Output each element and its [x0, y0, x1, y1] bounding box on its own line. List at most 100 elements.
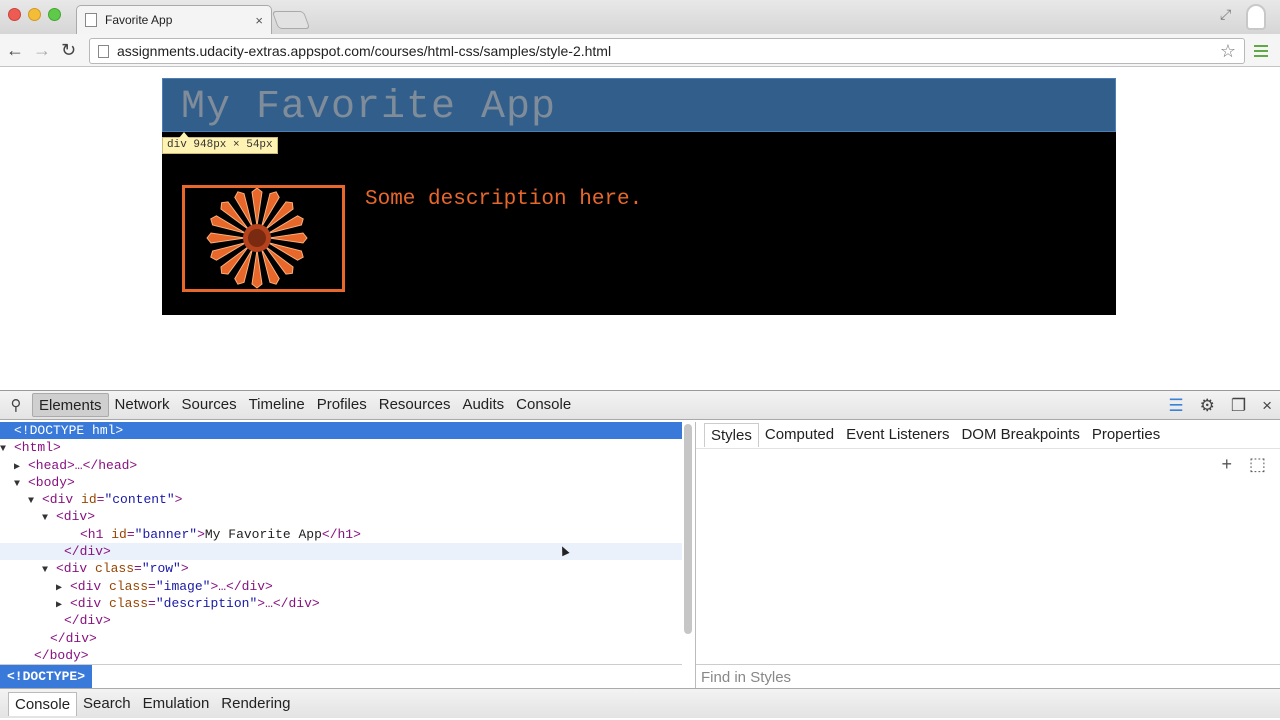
- description-text: Some description here.: [365, 188, 643, 211]
- dom-attr-value: "row": [141, 561, 181, 577]
- dom-attr-value: "content": [104, 492, 175, 508]
- url-text[interactable]: assignments.udacity-extras.appspot.com/c…: [117, 43, 1220, 59]
- browser-toolbar: ← → ↻ assignments.udacity-extras.appspot…: [0, 34, 1280, 67]
- drawer-tab-emulation[interactable]: Emulation: [137, 692, 216, 716]
- tab-event-listeners[interactable]: Event Listeners: [840, 423, 955, 447]
- dom-text: </div>: [64, 544, 111, 560]
- sidebar-tabs: Styles Computed Event Listeners DOM Brea…: [696, 422, 1280, 449]
- add-rule-icon[interactable]: +: [1221, 454, 1232, 474]
- forward-button[interactable]: →: [33, 39, 51, 61]
- banner-title: My Favorite App: [181, 85, 557, 130]
- dom-attr: id: [81, 492, 97, 508]
- tab-computed[interactable]: Computed: [759, 423, 840, 447]
- dom-node-div[interactable]: ▼ <div>: [0, 508, 682, 525]
- profile-avatar[interactable]: [1246, 4, 1266, 30]
- settings-gear-icon[interactable]: ⚙: [1200, 396, 1215, 416]
- dom-attr: class: [109, 578, 149, 594]
- dom-node-div-close[interactable]: </div>: [0, 630, 682, 647]
- devtools-panel: ⚲ Elements Network Sources Timeline Prof…: [0, 390, 1280, 720]
- dom-text: <div>: [56, 509, 96, 525]
- dom-text: </h1>: [321, 526, 361, 542]
- dom-text: <head>…</head>: [28, 457, 138, 473]
- dom-node-body-close[interactable]: </body>: [0, 647, 682, 664]
- tab-sources[interactable]: Sources: [176, 393, 243, 417]
- close-devtools-icon[interactable]: ×: [1262, 396, 1272, 416]
- tab-resources[interactable]: Resources: [373, 393, 457, 417]
- devtools-drawer-tabs: Console Search Emulation Rendering: [0, 688, 1280, 718]
- tab-close-icon[interactable]: ×: [255, 13, 263, 28]
- browser-tab[interactable]: Favorite App ×: [76, 5, 272, 34]
- site-content: My Favorite App div 948px × 54px Some de…: [162, 78, 1116, 315]
- dom-node-div-description[interactable]: ▶ <div class="description">…</div>: [0, 595, 682, 612]
- dom-attr-value: "description": [155, 595, 258, 611]
- dom-text: <h1: [80, 526, 112, 542]
- dom-text: <body>: [28, 474, 75, 490]
- dom-node-div-row[interactable]: ▼ <div class="row">: [0, 560, 682, 577]
- styles-sidebar: Styles Computed Event Listeners DOM Brea…: [696, 422, 1280, 688]
- drawer-tab-console[interactable]: Console: [8, 691, 78, 716]
- drawer-tab-rendering[interactable]: Rendering: [215, 692, 296, 716]
- fullscreen-icon[interactable]: ⤢: [1220, 6, 1231, 23]
- dom-text: >…</div>: [257, 595, 320, 611]
- tab-dom-breakpoints[interactable]: DOM Breakpoints: [955, 423, 1085, 447]
- show-drawer-icon[interactable]: ☰: [1168, 396, 1183, 416]
- styles-actions: + ⬚: [1209, 454, 1266, 475]
- dom-node-head[interactable]: ▶ <head>…</head>: [0, 457, 682, 474]
- dom-node-h1[interactable]: <h1 id="banner">My Favorite App</h1>: [0, 526, 682, 543]
- dom-node-div-close[interactable]: </div>: [0, 543, 682, 561]
- breadcrumb-item-doctype[interactable]: <!DOCTYPE>: [0, 665, 93, 689]
- reload-button[interactable]: ↻: [61, 39, 76, 61]
- tab-elements[interactable]: Elements: [32, 393, 109, 417]
- dom-node-div-image[interactable]: ▶ <div class="image">…</div>: [0, 578, 682, 595]
- dom-node-body[interactable]: ▼ <body>: [0, 474, 682, 491]
- flower-icon: [206, 188, 308, 289]
- tab-properties[interactable]: Properties: [1086, 423, 1166, 447]
- element-size-tooltip: div 948px × 54px: [162, 132, 278, 154]
- dom-node-div-content[interactable]: ▼ <div id="content">: [0, 491, 682, 508]
- close-window-button[interactable]: [8, 8, 21, 21]
- dom-text: >…</div>: [210, 578, 273, 594]
- page-icon: [98, 44, 109, 58]
- dom-text: </div>: [50, 630, 97, 646]
- page-viewport: My Favorite App div 948px × 54px Some de…: [0, 67, 1280, 390]
- page-icon: [85, 13, 97, 27]
- dom-attr-value: "banner": [134, 526, 198, 542]
- back-button[interactable]: ←: [6, 39, 24, 61]
- tab-styles[interactable]: Styles: [704, 423, 759, 447]
- tab-console[interactable]: Console: [510, 393, 577, 417]
- dock-icon[interactable]: ❐: [1231, 396, 1246, 416]
- dom-node-div-close[interactable]: </div>: [0, 612, 682, 629]
- dom-node-html[interactable]: ▼ <html>: [0, 439, 682, 456]
- tab-profiles[interactable]: Profiles: [311, 393, 373, 417]
- dom-attr: class: [95, 561, 135, 577]
- dom-text: <!DOCTYPE hml>: [14, 423, 124, 438]
- tab-audits[interactable]: Audits: [456, 393, 510, 417]
- minimize-window-button[interactable]: [28, 8, 41, 21]
- breadcrumb: <!DOCTYPE>: [0, 664, 682, 689]
- dom-tree[interactable]: <!DOCTYPE hml> ▼ <html> ▶ <head>…</head> ▼…: [0, 422, 682, 678]
- dom-attr-value: "image": [155, 578, 211, 594]
- dom-attr: id: [111, 526, 127, 542]
- dom-tree-scrollbar[interactable]: [684, 424, 692, 634]
- new-tab-button[interactable]: [271, 11, 311, 29]
- element-state-icon[interactable]: ⬚: [1249, 454, 1266, 474]
- bookmark-star-icon[interactable]: ☆: [1220, 41, 1236, 62]
- inspect-search-icon[interactable]: ⚲: [0, 396, 32, 414]
- dom-node-doctype[interactable]: <!DOCTYPE hml>: [0, 422, 682, 440]
- dom-text: <div: [70, 578, 110, 594]
- flower-image: [182, 185, 345, 292]
- tab-timeline[interactable]: Timeline: [243, 393, 311, 417]
- window-titlebar: Favorite App × ⤢: [0, 0, 1280, 34]
- chrome-menu-button[interactable]: [1254, 45, 1268, 60]
- address-bar[interactable]: assignments.udacity-extras.appspot.com/c…: [89, 38, 1245, 64]
- find-in-styles-input[interactable]: Find in Styles: [696, 664, 1280, 689]
- zoom-window-button[interactable]: [48, 8, 61, 21]
- dom-text: <html>: [14, 440, 61, 456]
- banner: My Favorite App: [162, 78, 1116, 132]
- dom-node-text: My Favorite App: [204, 526, 322, 542]
- drawer-tab-search[interactable]: Search: [77, 692, 137, 716]
- tab-network[interactable]: Network: [109, 393, 176, 417]
- dom-text: </div>: [64, 613, 111, 629]
- tab-title: Favorite App: [105, 13, 173, 27]
- dom-text: <div: [56, 561, 96, 577]
